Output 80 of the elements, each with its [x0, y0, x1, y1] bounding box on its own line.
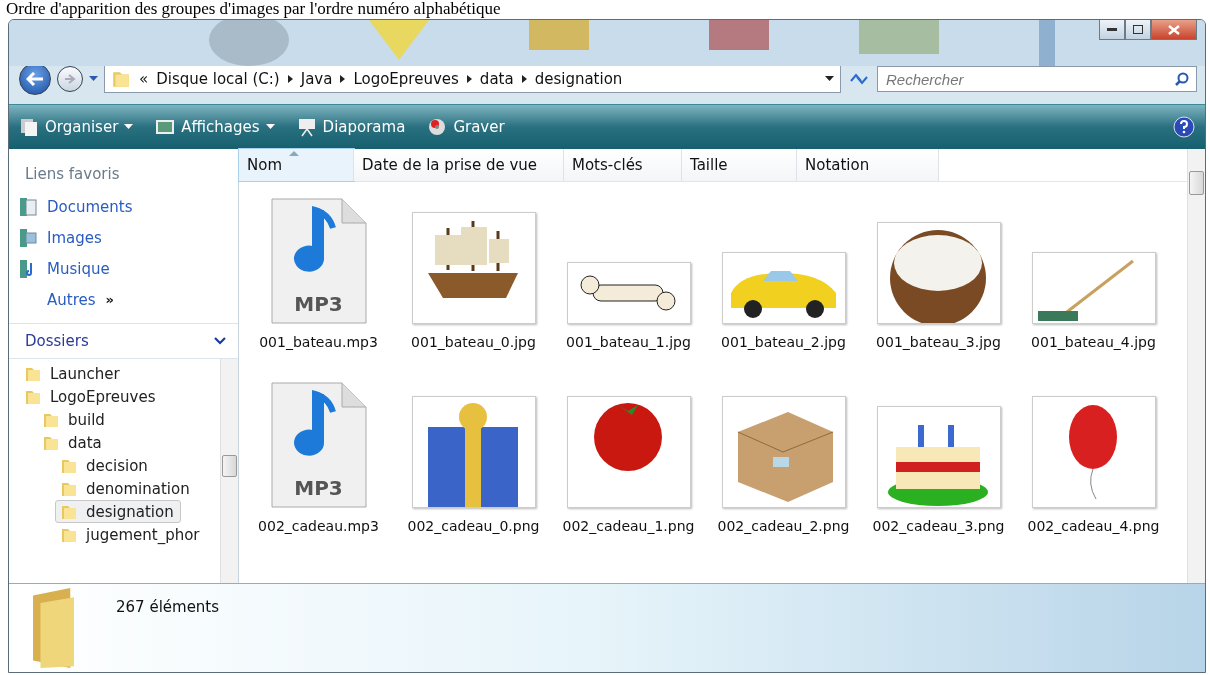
chevron-right-icon: [521, 75, 527, 83]
caret-icon: [124, 124, 134, 130]
breadcrumb[interactable]: designation: [534, 70, 623, 88]
folder-tree-item[interactable]: LogoEpreuves: [19, 385, 163, 408]
column-header[interactable]: Nom: [239, 149, 354, 181]
file-type-label: MP3: [293, 476, 344, 500]
folder-tree-item[interactable]: designation: [55, 500, 181, 523]
minimize-icon: [1107, 27, 1117, 32]
breadcrumb[interactable]: LogoEpreuves: [353, 70, 459, 88]
breadcrumb[interactable]: data: [479, 70, 514, 88]
favorites-heading: Liens favoris: [24, 164, 121, 185]
page-caption: Ordre d'apparition des groupes d'images par l'ordre numéro alphabétique: [6, 0, 501, 18]
file-name[interactable]: 002_cadeau.mp3: [258, 518, 379, 534]
scrollbar[interactable]: [1187, 149, 1205, 583]
more-arrows: »: [105, 292, 114, 307]
picture-library-icon: [19, 227, 37, 248]
maximize-icon: [1133, 25, 1143, 34]
forward-button[interactable]: [57, 66, 83, 92]
file-type-label: MP3: [293, 292, 344, 316]
folder-tree-item[interactable]: decision: [55, 454, 155, 477]
folder-icon: [111, 69, 131, 89]
caret-icon[interactable]: [825, 76, 834, 82]
file-name[interactable]: 002_cadeau_2.png: [717, 518, 850, 534]
file-name[interactable]: 001_bateau_2.jpg: [721, 334, 846, 350]
chevron-right-icon: [287, 75, 293, 83]
help-icon[interactable]: [1173, 116, 1195, 138]
file-name[interactable]: 001_bateau_0.jpg: [411, 334, 536, 350]
scrollbar[interactable]: [220, 359, 238, 583]
favorite-link[interactable]: Autres »: [9, 284, 238, 315]
folder-tree-item[interactable]: build: [37, 408, 112, 431]
folder-icon: [31, 588, 76, 668]
search-field[interactable]: Rechercher: [877, 66, 1197, 92]
pages-icon: [19, 117, 39, 137]
address-bar[interactable]: « Disque local (C:) Java LogoEpreuves data designation: [104, 65, 841, 93]
file-name[interactable]: 002_cadeau_3.png: [872, 518, 1005, 534]
audio-file-icon: [270, 198, 367, 324]
breadcrumb[interactable]: «: [139, 70, 149, 88]
toolbar-button[interactable]: Affichages: [155, 118, 275, 136]
file-name[interactable]: 001_bateau_4.jpg: [1031, 334, 1156, 350]
close-button[interactable]: [1151, 20, 1197, 40]
toolbar-button[interactable]: Organiser: [19, 117, 134, 137]
column-header[interactable]: Mots-clés: [564, 149, 682, 181]
arrow-right-icon: [64, 74, 76, 84]
file-name[interactable]: 002_cadeau_4.png: [1027, 518, 1160, 534]
breadcrumb[interactable]: Java: [300, 70, 333, 88]
minimize-button[interactable]: [1099, 20, 1125, 40]
chevron-right-icon: [340, 75, 346, 83]
folder-tree-item[interactable]: denomination: [55, 477, 197, 500]
file-name[interactable]: 001_bateau_1.jpg: [566, 334, 691, 350]
file-name[interactable]: 002_cadeau_1.png: [562, 518, 695, 534]
view-icon: [155, 119, 176, 135]
maximize-button[interactable]: [1125, 20, 1151, 40]
folder-tree-item[interactable]: jugement_phor: [55, 523, 207, 546]
file-name[interactable]: 001_bateau_3.jpg: [876, 334, 1001, 350]
folders-heading: Dossiers: [25, 332, 89, 350]
file-name[interactable]: 002_cadeau_0.png: [407, 518, 540, 534]
sort-arrow-icon: [289, 151, 299, 156]
folder-tree-item[interactable]: data: [37, 431, 109, 454]
item-count: 267 éléments: [116, 598, 220, 618]
column-header[interactable]: Date de la prise de vue: [354, 149, 564, 181]
search-icon[interactable]: [1175, 72, 1189, 86]
arrow-left-icon: [26, 72, 44, 86]
chevron-right-icon: [466, 75, 472, 83]
folder-tree-item[interactable]: Launcher: [19, 362, 127, 385]
audio-file-icon: [270, 382, 367, 508]
chevron-down-icon[interactable]: [214, 337, 226, 345]
column-header[interactable]: Notation: [797, 149, 939, 181]
toolbar-button[interactable]: Graver: [427, 117, 505, 137]
document-library-icon: [19, 196, 37, 217]
disc-icon: [427, 117, 448, 137]
favorite-link[interactable]: Documents: [9, 191, 238, 222]
favorite-link[interactable]: Musique: [9, 253, 238, 284]
file-name[interactable]: 001_bateau.mp3: [259, 334, 378, 350]
favorite-link[interactable]: Images: [9, 222, 238, 253]
projector-screen-icon: [296, 117, 317, 137]
close-icon: [1168, 24, 1180, 35]
breadcrumb[interactable]: Disque local (C:): [156, 70, 280, 88]
column-header[interactable]: Taille: [682, 149, 797, 181]
caret-icon: [265, 124, 275, 130]
toolbar-button[interactable]: Diaporama: [296, 117, 406, 137]
